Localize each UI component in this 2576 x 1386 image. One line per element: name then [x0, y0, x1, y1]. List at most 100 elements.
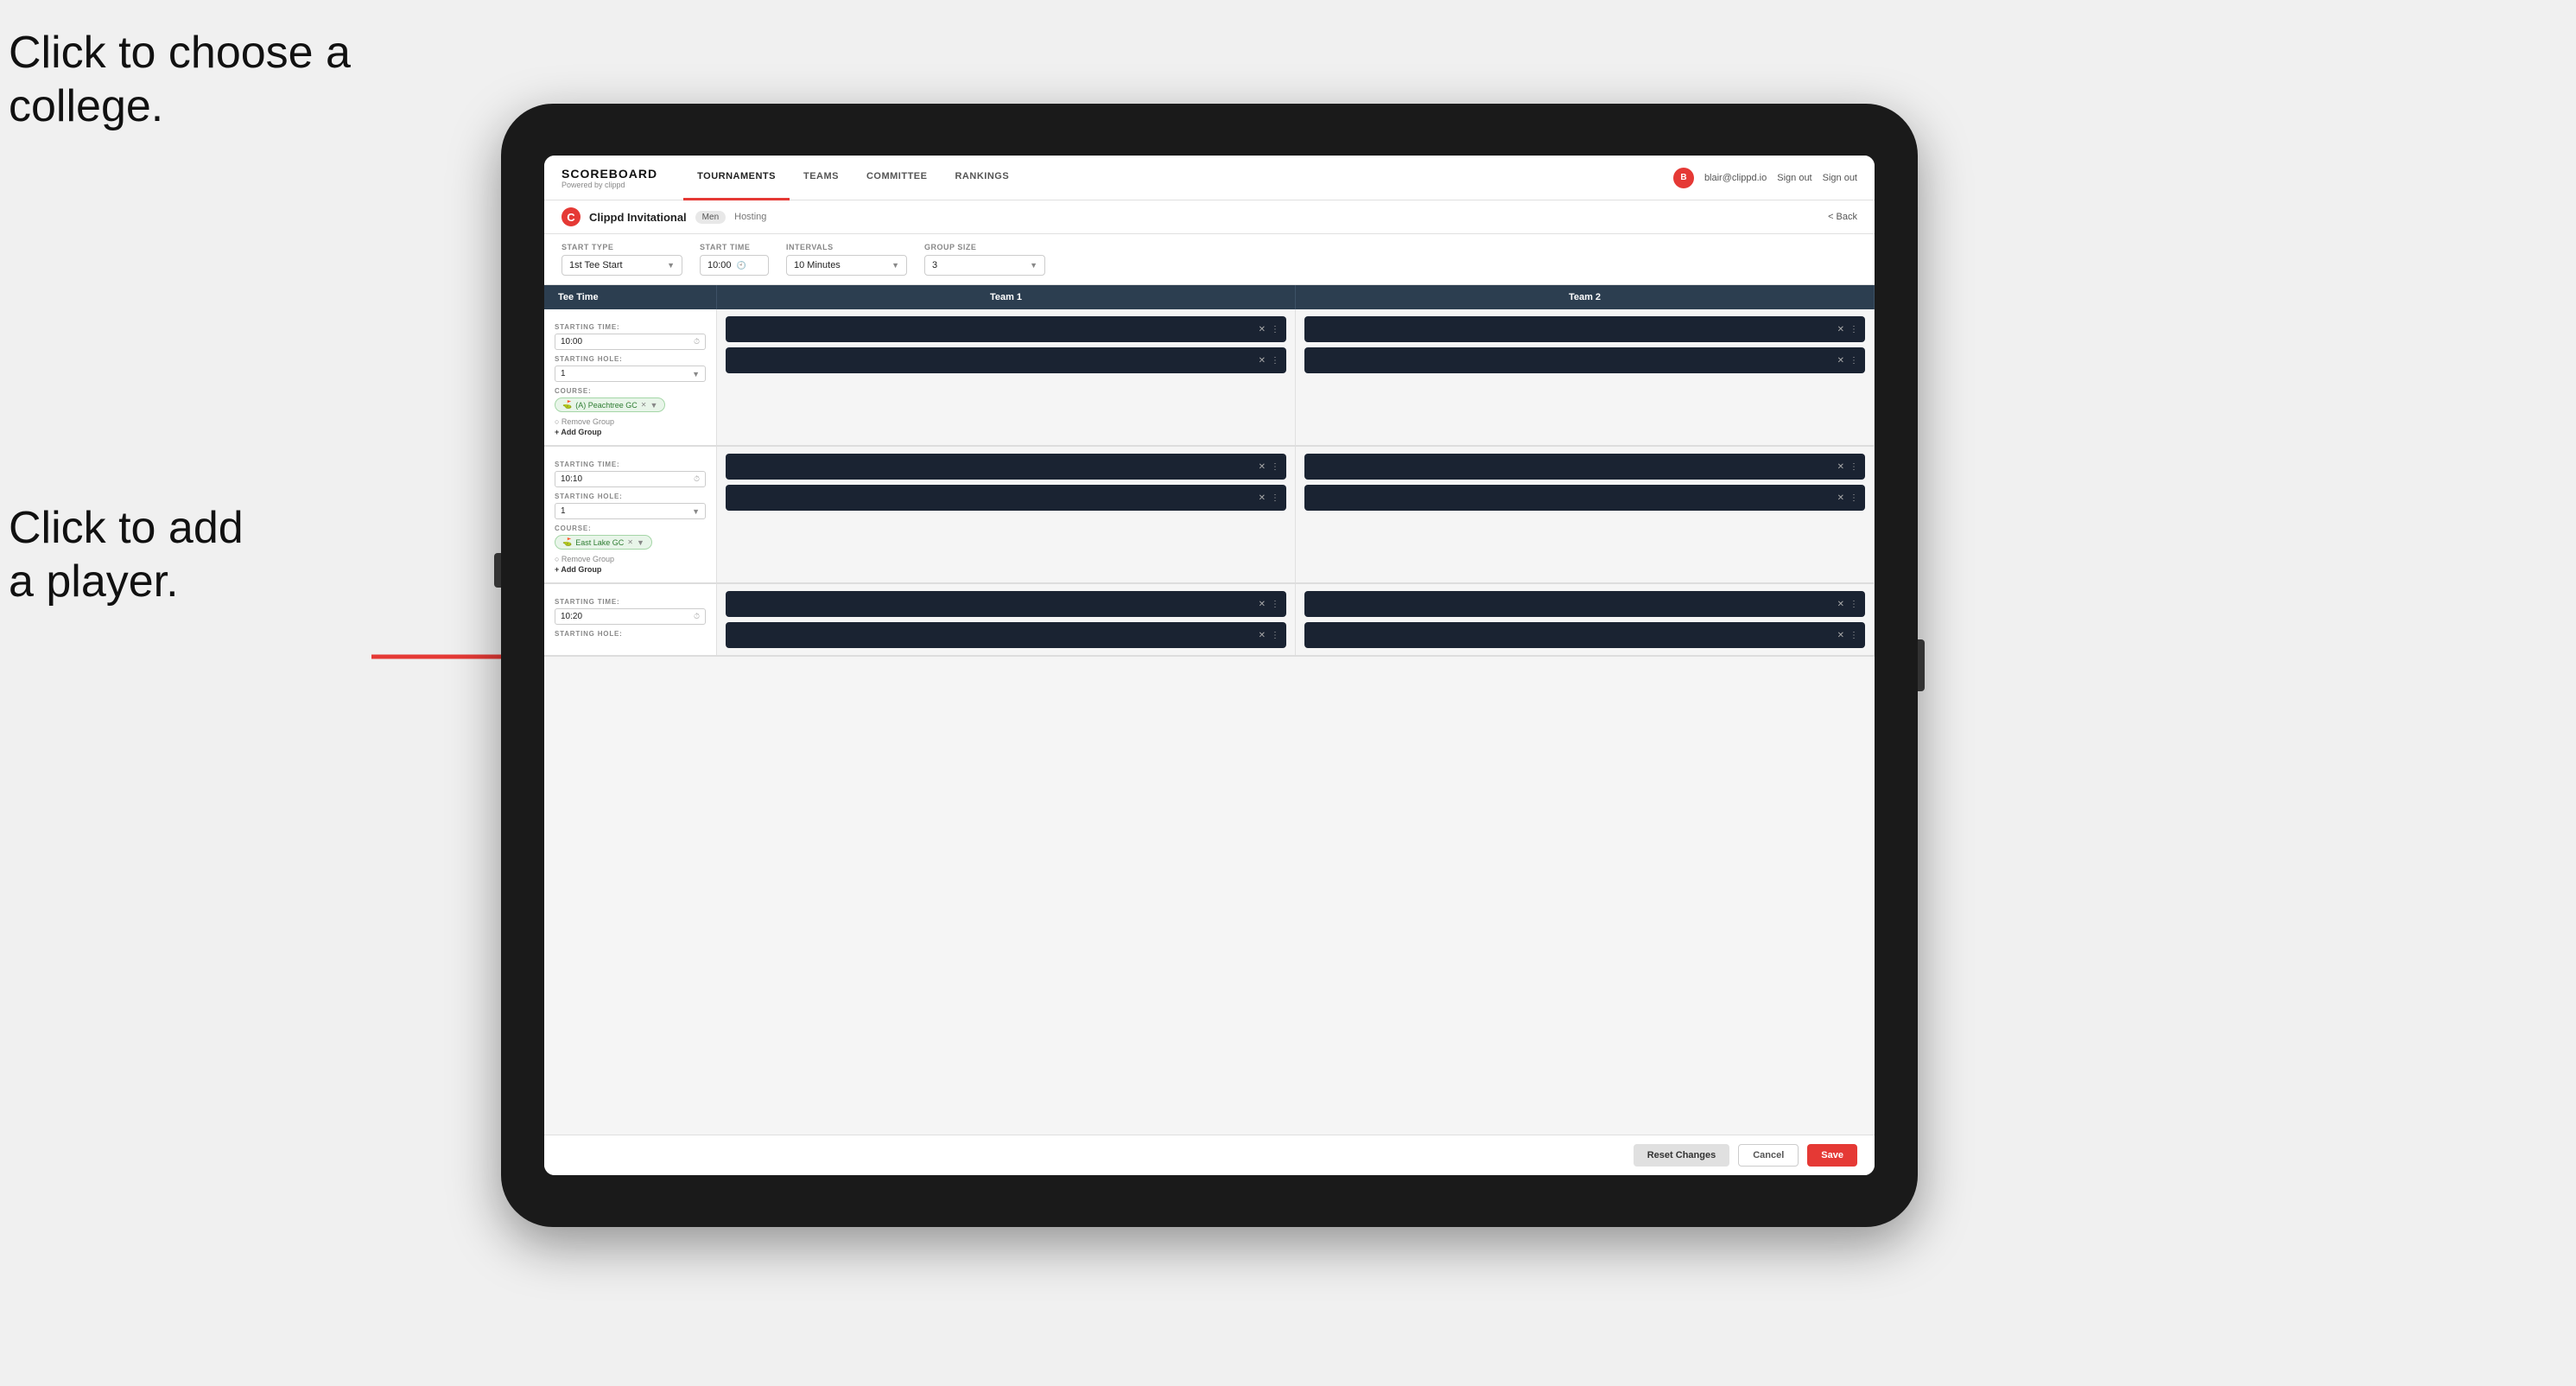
player-x-icon[interactable]: ✕ — [1259, 493, 1266, 503]
remove-group-btn-1[interactable]: ○ Remove Group — [555, 417, 706, 426]
player-x-icon[interactable]: ✕ — [1259, 462, 1266, 472]
player-expand-icon[interactable]: ⋮ — [1271, 356, 1279, 366]
player-slot[interactable]: ✕ ⋮ — [726, 454, 1286, 480]
team2-cell-1: ✕ ⋮ ✕ ⋮ — [1296, 309, 1875, 445]
clippd-logo: C — [562, 207, 581, 226]
course-name-2: East Lake GC — [575, 538, 624, 547]
start-time-value: 10:00 — [707, 260, 732, 270]
player-expand-icon[interactable]: ⋮ — [1850, 493, 1858, 503]
footer: Reset Changes Cancel Save — [544, 1135, 1875, 1175]
start-time-input[interactable]: 10:00 🕙 — [700, 255, 769, 276]
course-icon-1: ⛳ — [562, 400, 572, 410]
back-button[interactable]: < Back — [1828, 212, 1857, 222]
tee-config-1: Starting Time: 10:00 ⏱ Starting Hole: 1 … — [544, 309, 717, 445]
course-label-2: Course: — [555, 525, 706, 532]
course-arrow-2: ▼ — [637, 538, 644, 547]
starting-hole-input-2[interactable]: 1 ▼ — [555, 503, 706, 519]
group-size-label: Group Size — [924, 243, 1045, 251]
nav-teams[interactable]: TEAMS — [790, 156, 853, 200]
player-slot[interactable]: ✕ ⋮ — [1304, 347, 1865, 373]
tablet-device: SCOREBOARD Powered by clippd TOURNAMENTS… — [501, 104, 1918, 1227]
player-expand-icon[interactable]: ⋮ — [1850, 356, 1858, 366]
player-x-icon[interactable]: ✕ — [1837, 356, 1844, 366]
player-slot[interactable]: ✕ ⋮ — [1304, 316, 1865, 342]
th-team2: Team 2 — [1296, 285, 1875, 309]
course-tag-2[interactable]: ⛳ East Lake GC ✕ ▼ — [555, 535, 652, 550]
starting-time-input-2[interactable]: 10:10 ⏱ — [555, 471, 706, 487]
player-x-icon[interactable]: ✕ — [1259, 600, 1266, 609]
brand-logo: SCOREBOARD Powered by clippd — [562, 167, 657, 189]
start-type-group: Start Type 1st Tee Start ▼ — [562, 243, 682, 276]
start-time-label: Start Time — [700, 243, 769, 251]
player-expand-icon[interactable]: ⋮ — [1850, 325, 1858, 334]
tournament-title: Clippd Invitational — [589, 211, 687, 224]
tee-config-3: Starting Time: 10:20 ⏱ Starting Hole: — [544, 584, 717, 655]
nav-rankings[interactable]: RANKINGS — [941, 156, 1023, 200]
player-slot[interactable]: ✕ ⋮ — [726, 485, 1286, 511]
nav-tournaments[interactable]: TOURNAMENTS — [683, 156, 790, 200]
player-slot-actions: ✕ ⋮ — [1259, 325, 1279, 334]
starting-time-input-3[interactable]: 10:20 ⏱ — [555, 608, 706, 625]
user-avatar: B — [1673, 168, 1694, 188]
player-slot[interactable]: ✕ ⋮ — [1304, 454, 1865, 480]
player-expand-icon[interactable]: ⋮ — [1271, 493, 1279, 503]
player-expand-icon[interactable]: ⋮ — [1271, 462, 1279, 472]
player-slot[interactable]: ✕ ⋮ — [726, 316, 1286, 342]
team2-cell-3: ✕ ⋮ ✕ ⋮ — [1296, 584, 1875, 655]
player-expand-icon[interactable]: ⋮ — [1271, 325, 1279, 334]
starting-hole-label-3: Starting Hole: — [555, 630, 706, 638]
player-slot[interactable]: ✕ ⋮ — [1304, 622, 1865, 648]
brand-subtitle: Powered by clippd — [562, 181, 657, 189]
sign-out-link[interactable]: Sign out — [1777, 173, 1811, 183]
player-x-icon[interactable]: ✕ — [1259, 356, 1266, 366]
player-slot[interactable]: ✕ ⋮ — [726, 347, 1286, 373]
player-x-icon[interactable]: ✕ — [1837, 325, 1844, 334]
player-x-icon[interactable]: ✕ — [1837, 600, 1844, 609]
player-expand-icon[interactable]: ⋮ — [1850, 600, 1858, 609]
group-size-select[interactable]: 3 ▼ — [924, 255, 1045, 276]
config-actions-2: ○ Remove Group + Add Group — [555, 555, 706, 574]
course-tag-1[interactable]: ⛳ (A) Peachtree GC ✕ ▼ — [555, 397, 665, 412]
cancel-button[interactable]: Cancel — [1738, 1144, 1799, 1167]
player-expand-icon[interactable]: ⋮ — [1850, 631, 1858, 640]
th-tee-time: Tee Time — [544, 285, 717, 309]
time-icon-1: ⏱ — [694, 337, 700, 346]
start-type-select[interactable]: 1st Tee Start ▼ — [562, 255, 682, 276]
intervals-select[interactable]: 10 Minutes ▼ — [786, 255, 907, 276]
player-x-icon[interactable]: ✕ — [1837, 493, 1844, 503]
player-x-icon[interactable]: ✕ — [1837, 631, 1844, 640]
starting-hole-input-1[interactable]: 1 ▼ — [555, 366, 706, 382]
group-size-value: 3 — [932, 260, 937, 270]
player-slot[interactable]: ✕ ⋮ — [1304, 591, 1865, 617]
player-slot[interactable]: ✕ ⋮ — [726, 591, 1286, 617]
reset-changes-button[interactable]: Reset Changes — [1634, 1144, 1729, 1167]
save-button[interactable]: Save — [1807, 1144, 1857, 1167]
main-content: Tee Time Team 1 Team 2 Starting Time: 10… — [544, 285, 1875, 1135]
player-expand-icon[interactable]: ⋮ — [1271, 600, 1279, 609]
nav-committee[interactable]: COMMITTEE — [853, 156, 942, 200]
add-group-btn-1[interactable]: + Add Group — [555, 428, 706, 436]
config-actions-1: ○ Remove Group + Add Group — [555, 417, 706, 436]
clock-icon: 🕙 — [737, 261, 746, 270]
starting-hole-label-1: Starting Hole: — [555, 355, 706, 363]
starting-time-input-1[interactable]: 10:00 ⏱ — [555, 334, 706, 350]
start-type-value: 1st Tee Start — [569, 260, 623, 270]
player-expand-icon[interactable]: ⋮ — [1850, 462, 1858, 472]
team1-cell-3: ✕ ⋮ ✕ ⋮ — [717, 584, 1296, 655]
player-x-icon[interactable]: ✕ — [1259, 631, 1266, 640]
player-slot[interactable]: ✕ ⋮ — [726, 622, 1286, 648]
player-slot[interactable]: ✕ ⋮ — [1304, 485, 1865, 511]
player-expand-icon[interactable]: ⋮ — [1271, 631, 1279, 640]
sign-out-text[interactable]: Sign out — [1823, 173, 1857, 183]
course-remove-2[interactable]: ✕ — [627, 538, 633, 546]
remove-group-btn-2[interactable]: ○ Remove Group — [555, 555, 706, 563]
table-row: Starting Time: 10:10 ⏱ Starting Hole: 1 … — [544, 447, 1875, 584]
tee-config-2: Starting Time: 10:10 ⏱ Starting Hole: 1 … — [544, 447, 717, 582]
tablet-screen: SCOREBOARD Powered by clippd TOURNAMENTS… — [544, 156, 1875, 1175]
nav-links: TOURNAMENTS TEAMS COMMITTEE RANKINGS — [683, 156, 1673, 200]
player-x-icon[interactable]: ✕ — [1259, 325, 1266, 334]
player-x-icon[interactable]: ✕ — [1837, 462, 1844, 472]
table-row: Starting Time: 10:20 ⏱ Starting Hole: ✕ … — [544, 584, 1875, 657]
add-group-btn-2[interactable]: + Add Group — [555, 565, 706, 574]
course-remove-1[interactable]: ✕ — [641, 401, 647, 409]
